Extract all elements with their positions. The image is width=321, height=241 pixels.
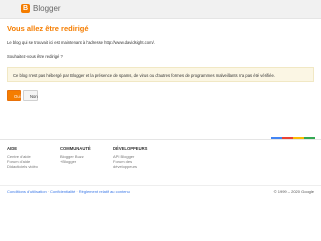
footer-heading: DÉVELOPPEURS [113, 146, 148, 151]
content-policy-link[interactable]: Règlement relatif au contenu [79, 189, 130, 194]
no-button[interactable]: Non [23, 90, 38, 101]
main-content: Vous allez être redirigé Le blog qui se … [7, 24, 314, 101]
blogger-logo[interactable]: B Blogger [21, 4, 61, 13]
page-title: Vous allez être redirigé [7, 24, 89, 33]
footer-link[interactable]: Didacticiels vidéo [7, 164, 38, 169]
warning-notice: Ce blog n'est pas hébergé par Blogger et… [7, 67, 314, 82]
redirect-message: Le blog qui se trouvait ici est maintena… [7, 40, 155, 45]
footer-link[interactable]: +Blogger [60, 159, 91, 164]
footer-column-help: AIDE Centre d'aide Forum d'aide Didactic… [7, 146, 38, 170]
warning-text: Ce blog n'est pas hébergé par Blogger et… [13, 72, 275, 78]
blogger-icon: B [21, 4, 30, 13]
bottom-bar: Conditions d'utilisation·Confidentialité… [7, 189, 314, 195]
footer-divider [0, 139, 321, 140]
legal-links: Conditions d'utilisation·Confidentialité… [7, 189, 130, 194]
footer-column-community: COMMUNAUTÉ Blogger Buzz +Blogger [60, 146, 91, 164]
footer-heading: AIDE [7, 146, 18, 151]
copyright: © 1999 – 2020 Google [273, 189, 314, 194]
redirect-question: Souhaitez-vous être redirigé ? [7, 54, 63, 59]
top-bar: B Blogger [0, 0, 321, 19]
footer-heading: COMMUNAUTÉ [60, 146, 91, 151]
bottom-divider [0, 185, 321, 186]
footer-link[interactable]: développeurs [113, 164, 147, 169]
app-name: Blogger [33, 4, 61, 13]
yes-button[interactable]: Oui [7, 90, 21, 101]
terms-link[interactable]: Conditions d'utilisation [7, 189, 47, 194]
footer-column-developers: DÉVELOPPEURS API Blogger Forum des dével… [113, 146, 147, 170]
privacy-link[interactable]: Confidentialité [50, 189, 75, 194]
